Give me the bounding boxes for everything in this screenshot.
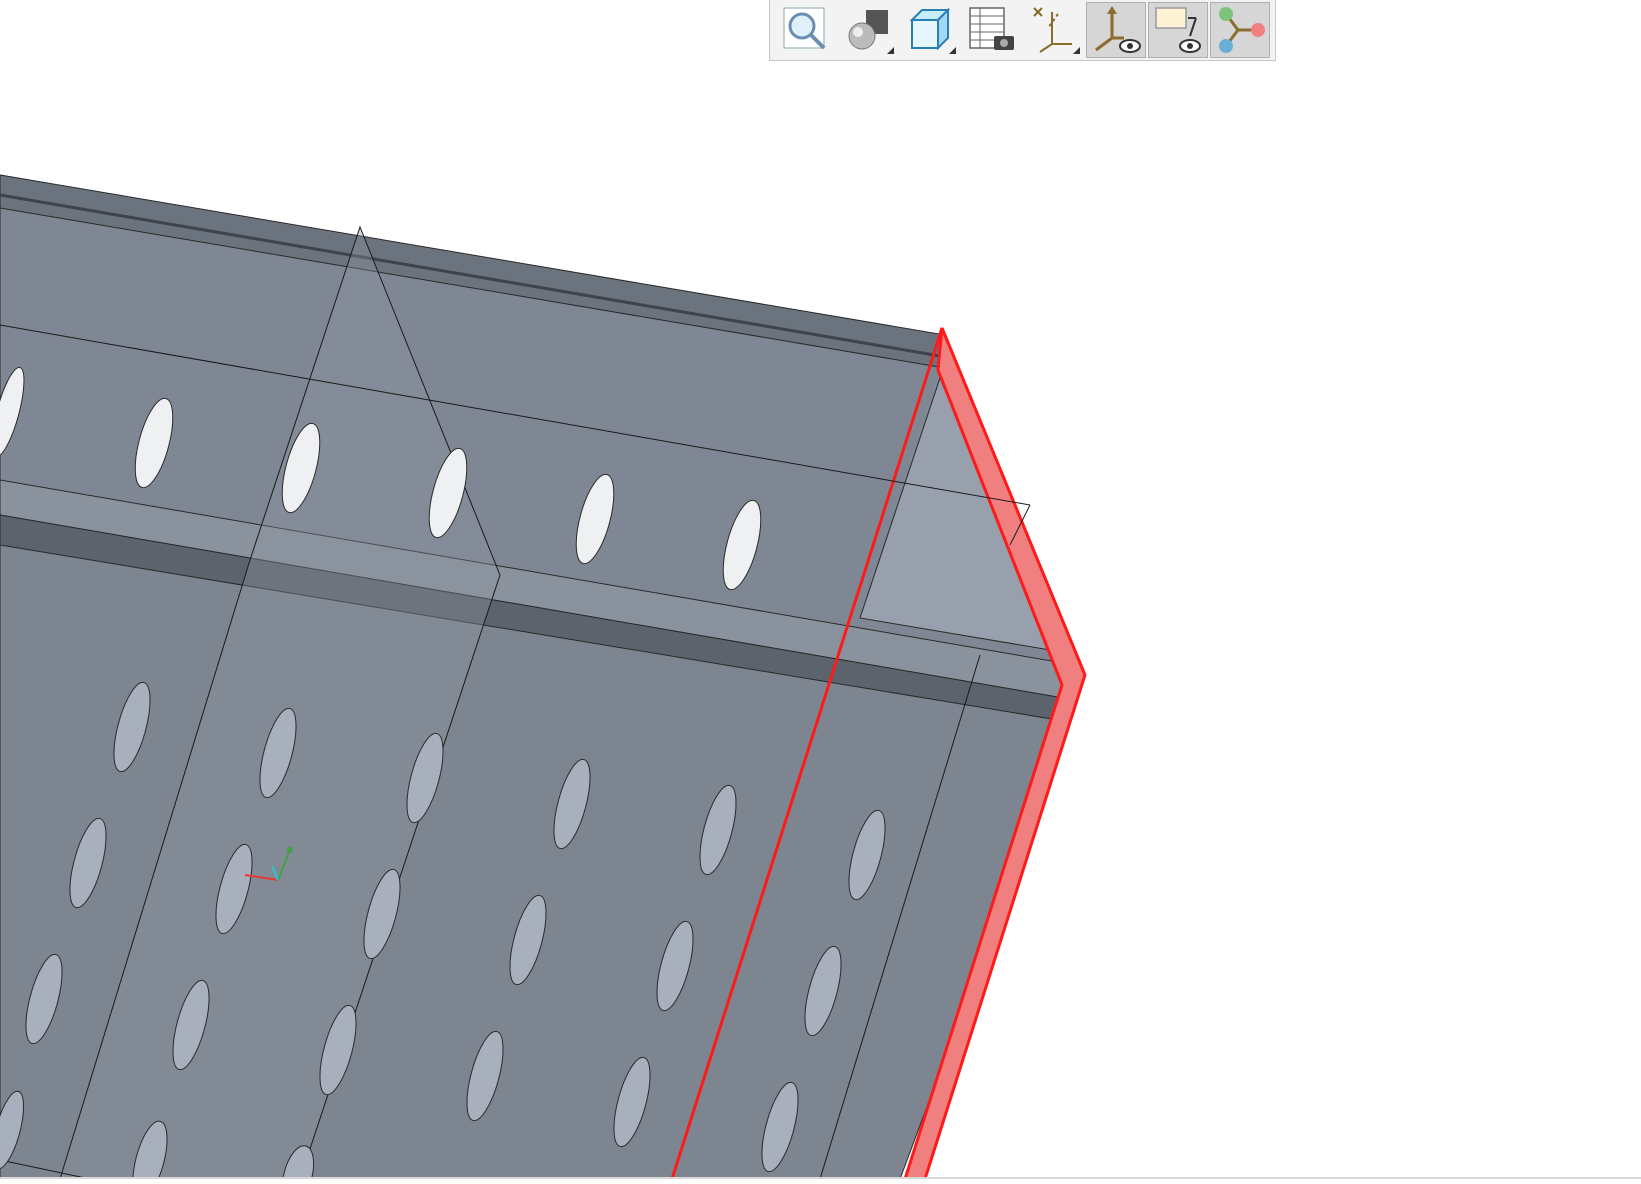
- cad-model-view[interactable]: [0, 0, 1641, 1184]
- table-snapshot-button[interactable]: [962, 2, 1022, 58]
- coordinate-axes-button[interactable]: [1024, 2, 1084, 58]
- axis-visibility-button[interactable]: [1086, 2, 1146, 58]
- annotation-visibility-button[interactable]: [1148, 2, 1208, 58]
- zoom-button[interactable]: [776, 2, 836, 58]
- render-style-button[interactable]: [838, 2, 898, 58]
- flyout-arrow-icon: [949, 47, 956, 54]
- flyout-arrow-icon: [1073, 47, 1080, 54]
- view-toolbar: [769, 0, 1276, 61]
- view-cube-button[interactable]: [900, 2, 960, 58]
- axis-visibility-icon: [1095, 6, 1141, 53]
- connection-nodes-icon: [1219, 7, 1265, 53]
- zoom-icon: [783, 7, 826, 50]
- connection-nodes-button[interactable]: [1210, 2, 1270, 58]
- flyout-arrow-icon: [887, 47, 894, 54]
- table-camera-icon: [969, 7, 1014, 50]
- annotation-visibility-icon: [1155, 7, 1201, 53]
- 3d-viewport[interactable]: [0, 0, 1641, 1184]
